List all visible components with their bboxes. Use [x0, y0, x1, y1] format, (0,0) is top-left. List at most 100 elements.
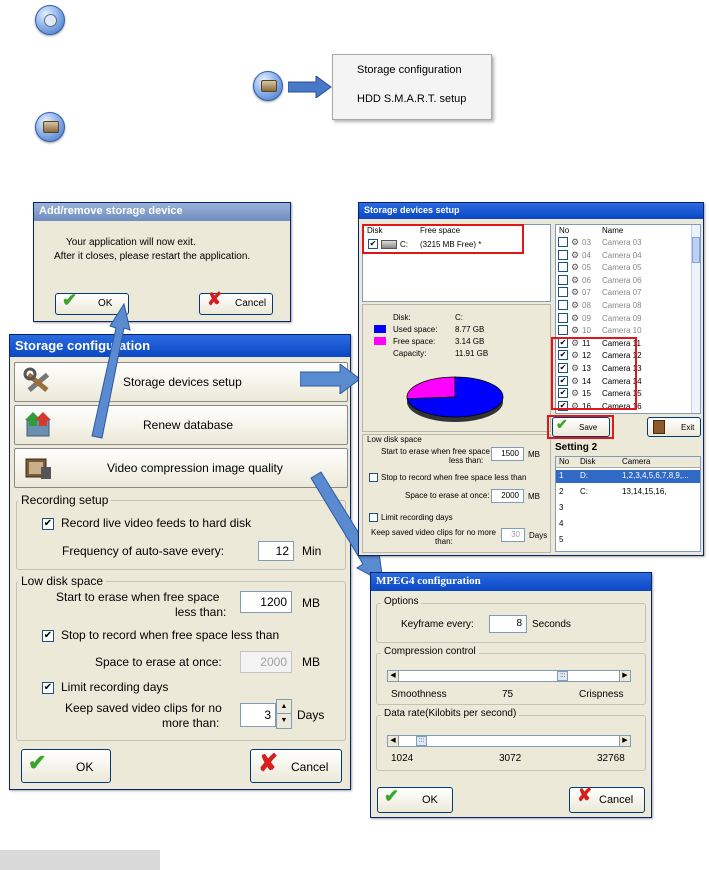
storage-icon-2[interactable]	[35, 112, 65, 142]
setting-cell-camera: 13,14,15,16,	[622, 487, 667, 496]
cancel-button[interactable]: ✘ Cancel	[199, 289, 273, 315]
camera-name: Camera 07	[602, 288, 642, 298]
setting-cell-camera: 1,2,3,4,5,6,7,8,9,...	[622, 471, 689, 480]
stop-record-label: Stop to record when free space less than	[381, 473, 527, 482]
camera-icon: ⚙	[571, 312, 580, 323]
setting-row[interactable]: 2 C: 13,14,15,16,	[556, 486, 700, 499]
camera-icon: ⚙	[571, 325, 580, 336]
storage-devices-setup-button[interactable]: Storage devices setup	[14, 362, 348, 402]
video-compression-button[interactable]: Video compression image quality	[14, 448, 348, 488]
camera-col-name: Name	[602, 226, 624, 235]
menu-item-hdd-smart-setup[interactable]: HDD S.M.A.R.T. setup	[357, 93, 466, 105]
door-icon	[653, 420, 665, 434]
keyframe-input[interactable]: 8	[489, 615, 527, 633]
datarate-slider[interactable]: ◀ ::: ▶	[387, 735, 631, 747]
setting-row[interactable]: 1 D: 1,2,3,4,5,6,7,8,9,...	[556, 470, 700, 483]
ok-button[interactable]: ✔ OK	[377, 786, 453, 813]
camera-no: 06	[582, 275, 591, 285]
keep-days-input[interactable]: 30	[501, 528, 525, 542]
erase-label-1: Start to erase when free space	[56, 590, 220, 604]
erase-once-unit: MB	[528, 492, 540, 501]
x-icon: ✘	[258, 750, 279, 777]
erase-input[interactable]: 1500	[491, 447, 524, 461]
camera-icon: ⚙	[571, 287, 580, 298]
setting-cell-disk: C:	[580, 487, 588, 496]
record-live-checkbox[interactable]: ✔	[42, 518, 54, 530]
slider-left-icon[interactable]: ◀	[388, 736, 399, 746]
camera-checkbox[interactable]	[558, 300, 568, 310]
compression-value: 75	[502, 689, 514, 700]
stop-record-checkbox[interactable]	[369, 473, 378, 482]
renew-database-button[interactable]: Renew database	[14, 405, 348, 445]
ok-button[interactable]: ✔ OK	[21, 749, 111, 783]
check-icon: ✔	[28, 750, 47, 775]
cancel-button[interactable]: ✘ Cancel	[569, 785, 645, 813]
free-value: 3.14 GB	[455, 337, 485, 346]
slider-right-icon[interactable]: ▶	[619, 671, 630, 681]
keep-label-2: more than:	[162, 716, 220, 730]
slider-thumb[interactable]: :::	[416, 736, 427, 746]
setting-row[interactable]: 3	[556, 502, 700, 515]
exit-button[interactable]: Exit	[647, 417, 701, 437]
stop-record-checkbox[interactable]: ✔	[42, 630, 54, 642]
camera-icon: ⚙	[571, 274, 580, 285]
footer-bar	[0, 850, 160, 870]
highlight-box	[551, 337, 637, 410]
camera-checkbox[interactable]	[558, 249, 568, 260]
cancel-label: Cancel	[291, 760, 329, 774]
limit-days-label: Limit recording days	[61, 680, 169, 694]
datarate-max: 32768	[597, 753, 625, 764]
setting-row[interactable]: 4	[556, 518, 700, 531]
camera-checkbox[interactable]	[558, 274, 568, 285]
slider-left-icon[interactable]: ◀	[388, 671, 399, 681]
erase-once-label: Space to erase at once:	[95, 655, 222, 669]
erase-unit: MB	[302, 596, 320, 610]
limit-days-checkbox[interactable]	[369, 513, 378, 522]
menu-item-storage-configuration[interactable]: Storage configuration	[357, 64, 462, 76]
erase-input[interactable]: 1200	[240, 591, 292, 613]
scrollbar-thumb[interactable]	[692, 237, 700, 263]
camera-checkbox[interactable]	[558, 237, 568, 247]
datarate-legend: Data rate(Kilobits per second)	[381, 708, 520, 719]
camera-checkbox[interactable]	[558, 287, 568, 298]
spin-down-icon[interactable]: ▼	[277, 714, 291, 728]
erase-once-input[interactable]: 2000	[240, 651, 292, 673]
limit-days-checkbox[interactable]: ✔	[42, 682, 54, 694]
slider-right-icon[interactable]: ▶	[619, 736, 630, 746]
erase-label-1: Start to erase when free space	[381, 447, 490, 456]
tools-icon	[23, 367, 50, 393]
camera-checkbox[interactable]	[558, 262, 568, 273]
camera-no: 03	[582, 238, 591, 247]
dialog-message-2: After it closes, please restart the appl…	[54, 251, 251, 262]
context-menu: Storage configuration HDD S.M.A.R.T. set…	[332, 54, 492, 120]
low-disk-legend: Low disk space	[367, 435, 422, 444]
keep-label-2: than:	[435, 537, 453, 546]
camera-checkbox[interactable]	[558, 325, 568, 336]
mpeg4-config-window: MPEG4 configuration Options Keyframe eve…	[370, 572, 652, 818]
disk-usage-pie	[406, 376, 504, 422]
capacity-label: Capacity:	[393, 349, 427, 358]
storage-devices-setup-label: Storage devices setup	[123, 375, 242, 389]
setting-row[interactable]: 5	[556, 534, 700, 547]
camera-name: Camera 09	[602, 313, 642, 323]
keep-label-1: Keep saved video clips for no more	[371, 528, 496, 537]
erase-once-input[interactable]: 2000	[491, 489, 524, 503]
camera-icon: ⚙	[571, 237, 580, 247]
camera-name: Camera 10	[602, 326, 642, 336]
camera-icon: ⚙	[571, 249, 580, 260]
limit-days-label: Limit recording days	[381, 513, 453, 522]
slider-thumb[interactable]: :::	[557, 671, 569, 681]
keep-days-input[interactable]: 3	[240, 703, 276, 727]
storage-icon[interactable]	[253, 71, 283, 101]
autosave-input[interactable]: 12	[258, 541, 294, 561]
camera-checkbox[interactable]	[558, 312, 568, 323]
low-disk-panel: Low disk space Start to erase when free …	[362, 434, 551, 553]
camera-scrollbar[interactable]	[691, 225, 700, 413]
compression-slider[interactable]: ◀ ::: ▶	[387, 670, 631, 682]
highlight-box	[547, 415, 614, 439]
cancel-button[interactable]: ✘ Cancel	[250, 749, 342, 783]
speaker-icon[interactable]	[35, 5, 65, 35]
spin-up-icon[interactable]: ▲	[277, 700, 291, 714]
keep-days-spinner[interactable]: ▲ ▼	[276, 699, 292, 729]
dialog-message-1: Your application will now exit.	[66, 237, 196, 248]
